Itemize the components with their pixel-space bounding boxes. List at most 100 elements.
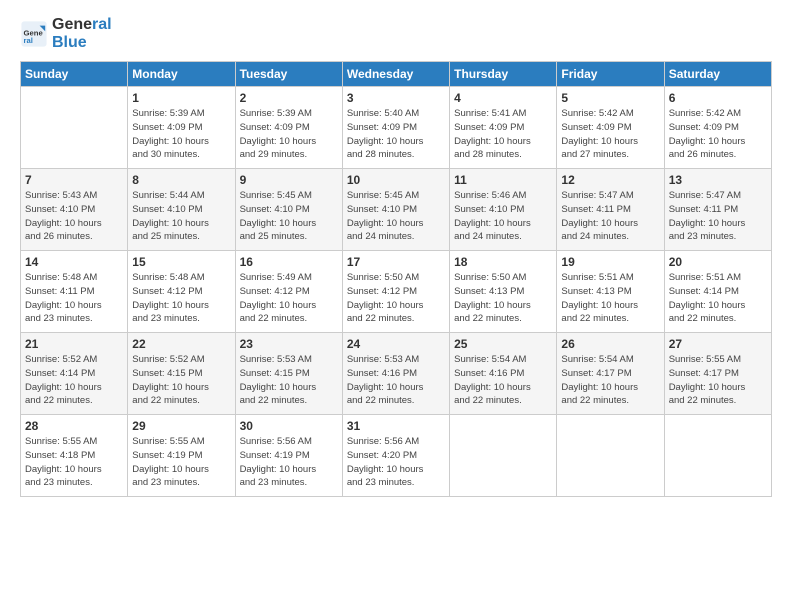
day-number: 12 <box>561 173 659 187</box>
calendar-cell: 3 Sunrise: 5:40 AMSunset: 4:09 PMDaylight… <box>342 87 449 169</box>
day-info: Sunrise: 5:55 AMSunset: 4:18 PMDaylight:… <box>25 435 123 490</box>
calendar-cell: 14 Sunrise: 5:48 AMSunset: 4:11 PMDayligh… <box>21 251 128 333</box>
logo-icon: Gene ral <box>20 20 48 48</box>
day-number: 3 <box>347 91 445 105</box>
calendar-header-friday: Friday <box>557 62 664 87</box>
day-number: 4 <box>454 91 552 105</box>
calendar-cell: 27 Sunrise: 5:55 AMSunset: 4:17 PMDayligh… <box>664 333 771 415</box>
day-info: Sunrise: 5:55 AMSunset: 4:19 PMDaylight:… <box>132 435 230 490</box>
day-info: Sunrise: 5:39 AMSunset: 4:09 PMDaylight:… <box>240 107 338 162</box>
day-info: Sunrise: 5:49 AMSunset: 4:12 PMDaylight:… <box>240 271 338 326</box>
day-number: 15 <box>132 255 230 269</box>
day-info: Sunrise: 5:48 AMSunset: 4:11 PMDaylight:… <box>25 271 123 326</box>
day-info: Sunrise: 5:41 AMSunset: 4:09 PMDaylight:… <box>454 107 552 162</box>
day-number: 10 <box>347 173 445 187</box>
day-number: 21 <box>25 337 123 351</box>
day-number: 19 <box>561 255 659 269</box>
day-number: 1 <box>132 91 230 105</box>
page-header: Gene ral General Blue <box>20 16 772 51</box>
day-number: 8 <box>132 173 230 187</box>
day-number: 23 <box>240 337 338 351</box>
calendar-cell: 10 Sunrise: 5:45 AMSunset: 4:10 PMDayligh… <box>342 169 449 251</box>
day-info: Sunrise: 5:56 AMSunset: 4:20 PMDaylight:… <box>347 435 445 490</box>
calendar-cell: 30 Sunrise: 5:56 AMSunset: 4:19 PMDayligh… <box>235 415 342 497</box>
calendar-cell: 7 Sunrise: 5:43 AMSunset: 4:10 PMDaylight… <box>21 169 128 251</box>
calendar-cell: 16 Sunrise: 5:49 AMSunset: 4:12 PMDayligh… <box>235 251 342 333</box>
calendar-cell: 31 Sunrise: 5:56 AMSunset: 4:20 PMDayligh… <box>342 415 449 497</box>
day-number: 30 <box>240 419 338 433</box>
calendar-cell: 9Sunrise: 5:45 AMSunset: 4:10 PMDaylight… <box>235 169 342 251</box>
day-info: Sunrise: 5:40 AMSunset: 4:09 PMDaylight:… <box>347 107 445 162</box>
day-number: 11 <box>454 173 552 187</box>
day-info: Sunrise: 5:51 AMSunset: 4:13 PMDaylight:… <box>561 271 659 326</box>
day-info: Sunrise: 5:51 AMSunset: 4:14 PMDaylight:… <box>669 271 767 326</box>
calendar-cell: 22 Sunrise: 5:52 AMSunset: 4:15 PMDayligh… <box>128 333 235 415</box>
day-number: 25 <box>454 337 552 351</box>
calendar-cell: 15 Sunrise: 5:48 AMSunset: 4:12 PMDayligh… <box>128 251 235 333</box>
day-info: Sunrise: 5:44 AMSunset: 4:10 PMDaylight:… <box>132 189 230 244</box>
logo: Gene ral General Blue <box>20 16 112 51</box>
day-number: 29 <box>132 419 230 433</box>
day-number: 28 <box>25 419 123 433</box>
day-info: Sunrise: 5:47 AMSunset: 4:11 PMDaylight:… <box>561 189 659 244</box>
day-info: Sunrise: 5:39 AMSunset: 4:09 PMDaylight:… <box>132 107 230 162</box>
calendar-table: SundayMondayTuesdayWednesdayThursdayFrid… <box>20 61 772 497</box>
day-number: 24 <box>347 337 445 351</box>
day-number: 14 <box>25 255 123 269</box>
day-info: Sunrise: 5:45 AMSunset: 4:10 PMDaylight:… <box>347 189 445 244</box>
calendar-header-tuesday: Tuesday <box>235 62 342 87</box>
day-number: 27 <box>669 337 767 351</box>
day-number: 9 <box>240 173 338 187</box>
calendar-cell: 21 Sunrise: 5:52 AMSunset: 4:14 PMDayligh… <box>21 333 128 415</box>
day-info: Sunrise: 5:42 AMSunset: 4:09 PMDaylight:… <box>561 107 659 162</box>
day-info: Sunrise: 5:50 AMSunset: 4:12 PMDaylight:… <box>347 271 445 326</box>
day-info: Sunrise: 5:56 AMSunset: 4:19 PMDaylight:… <box>240 435 338 490</box>
day-info: Sunrise: 5:48 AMSunset: 4:12 PMDaylight:… <box>132 271 230 326</box>
day-info: Sunrise: 5:46 AMSunset: 4:10 PMDaylight:… <box>454 189 552 244</box>
day-number: 18 <box>454 255 552 269</box>
calendar-cell <box>450 415 557 497</box>
logo-text-line2: Blue <box>52 34 112 52</box>
day-number: 26 <box>561 337 659 351</box>
day-number: 7 <box>25 173 123 187</box>
day-info: Sunrise: 5:43 AMSunset: 4:10 PMDaylight:… <box>25 189 123 244</box>
calendar-cell: 25 Sunrise: 5:54 AMSunset: 4:16 PMDayligh… <box>450 333 557 415</box>
day-number: 22 <box>132 337 230 351</box>
calendar-cell <box>664 415 771 497</box>
calendar-cell <box>21 87 128 169</box>
calendar-cell <box>557 415 664 497</box>
day-info: Sunrise: 5:52 AMSunset: 4:14 PMDaylight:… <box>25 353 123 408</box>
day-number: 5 <box>561 91 659 105</box>
calendar-header-sunday: Sunday <box>21 62 128 87</box>
svg-text:ral: ral <box>24 36 33 45</box>
day-number: 17 <box>347 255 445 269</box>
calendar-cell: 28 Sunrise: 5:55 AMSunset: 4:18 PMDayligh… <box>21 415 128 497</box>
calendar-cell: 29 Sunrise: 5:55 AMSunset: 4:19 PMDayligh… <box>128 415 235 497</box>
calendar-cell: 8 Sunrise: 5:44 AMSunset: 4:10 PMDaylight… <box>128 169 235 251</box>
day-info: Sunrise: 5:55 AMSunset: 4:17 PMDaylight:… <box>669 353 767 408</box>
calendar-cell: 24 Sunrise: 5:53 AMSunset: 4:16 PMDayligh… <box>342 333 449 415</box>
calendar-cell: 4 Sunrise: 5:41 AMSunset: 4:09 PMDaylight… <box>450 87 557 169</box>
day-number: 31 <box>347 419 445 433</box>
day-number: 6 <box>669 91 767 105</box>
day-number: 13 <box>669 173 767 187</box>
calendar-cell: 26 Sunrise: 5:54 AMSunset: 4:17 PMDayligh… <box>557 333 664 415</box>
calendar-cell: 12 Sunrise: 5:47 AMSunset: 4:11 PMDayligh… <box>557 169 664 251</box>
day-info: Sunrise: 5:54 AMSunset: 4:16 PMDaylight:… <box>454 353 552 408</box>
calendar-header-wednesday: Wednesday <box>342 62 449 87</box>
day-info: Sunrise: 5:53 AMSunset: 4:15 PMDaylight:… <box>240 353 338 408</box>
calendar-cell: 13Sunrise: 5:47 AMSunset: 4:11 PMDayligh… <box>664 169 771 251</box>
calendar-cell: 19 Sunrise: 5:51 AMSunset: 4:13 PMDayligh… <box>557 251 664 333</box>
calendar-header-saturday: Saturday <box>664 62 771 87</box>
calendar-cell: 11 Sunrise: 5:46 AMSunset: 4:10 PMDayligh… <box>450 169 557 251</box>
calendar-header-thursday: Thursday <box>450 62 557 87</box>
calendar-cell: 1 Sunrise: 5:39 AMSunset: 4:09 PMDaylight… <box>128 87 235 169</box>
calendar-cell: 20Sunrise: 5:51 AMSunset: 4:14 PMDayligh… <box>664 251 771 333</box>
day-number: 16 <box>240 255 338 269</box>
day-info: Sunrise: 5:53 AMSunset: 4:16 PMDaylight:… <box>347 353 445 408</box>
day-info: Sunrise: 5:54 AMSunset: 4:17 PMDaylight:… <box>561 353 659 408</box>
calendar-cell: 5 Sunrise: 5:42 AMSunset: 4:09 PMDaylight… <box>557 87 664 169</box>
day-info: Sunrise: 5:42 AMSunset: 4:09 PMDaylight:… <box>669 107 767 162</box>
day-number: 2 <box>240 91 338 105</box>
day-info: Sunrise: 5:52 AMSunset: 4:15 PMDaylight:… <box>132 353 230 408</box>
